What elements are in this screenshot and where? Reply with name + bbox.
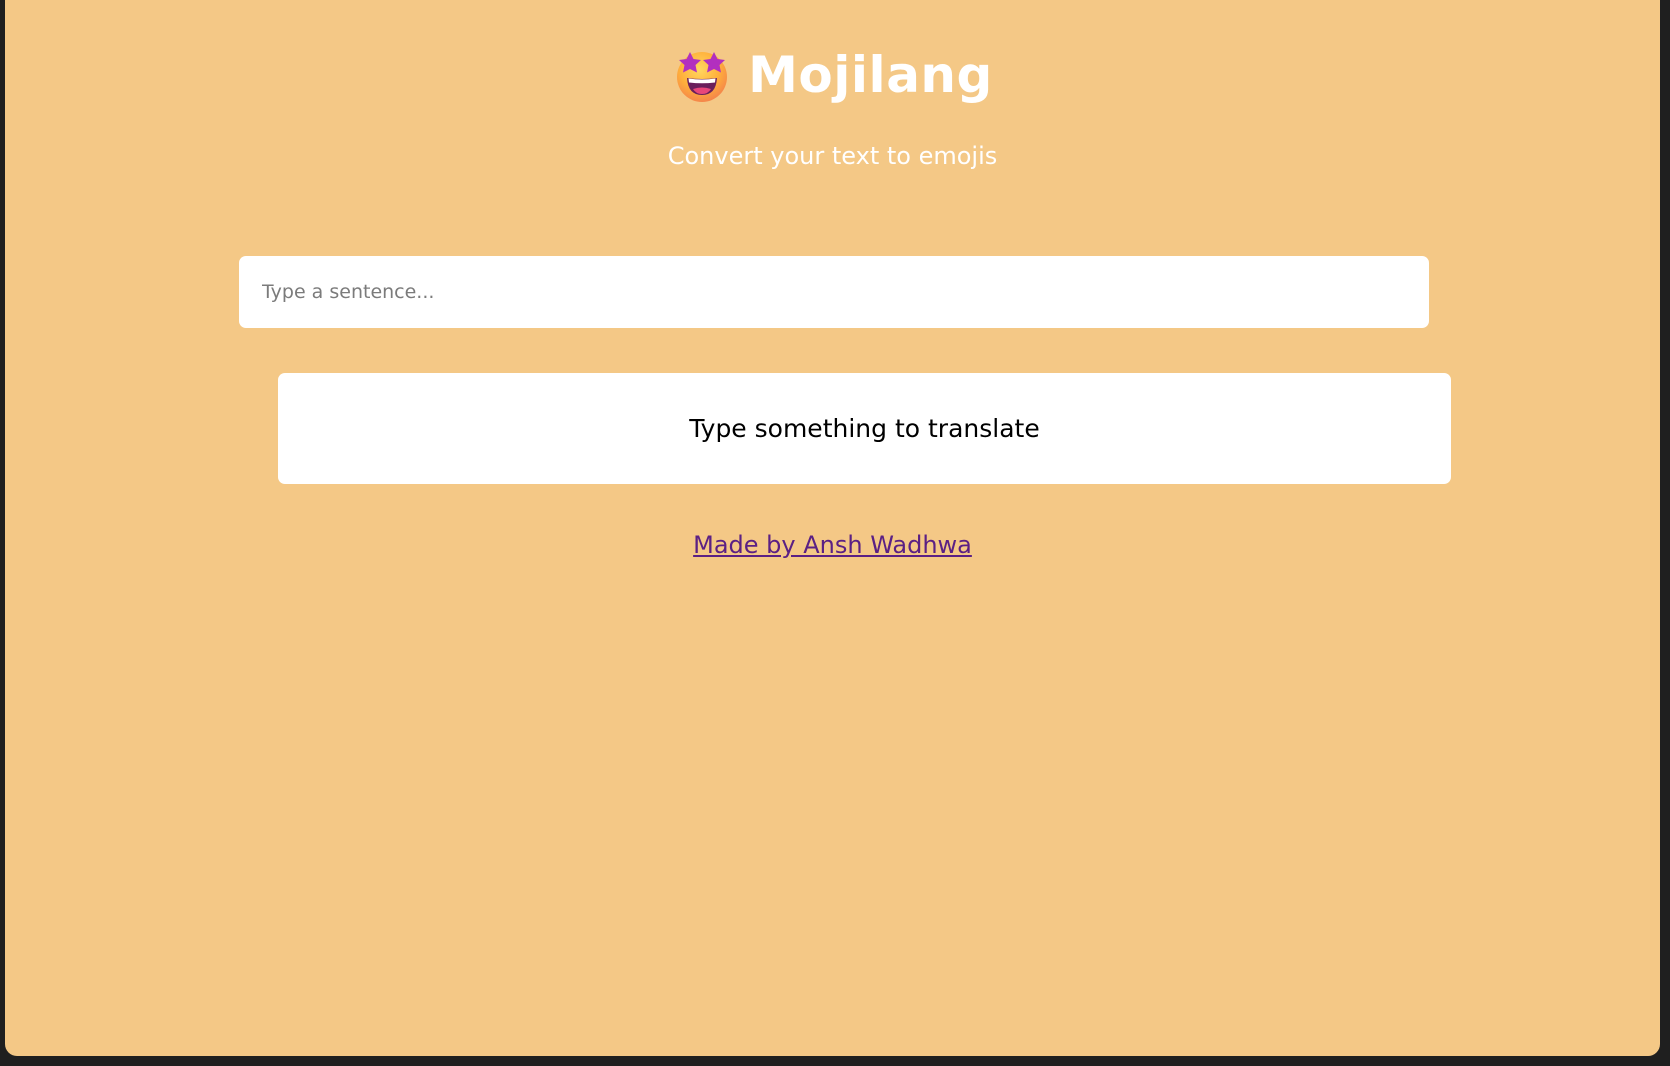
sentence-input[interactable] [239,256,1429,328]
app-header: Mojilang [5,38,1660,112]
app-title: Mojilang [748,46,993,104]
star-struck-emoji-icon [677,52,728,102]
app-subtitle: Convert your text to emojis [667,142,998,170]
app-container: Mojilang Convert your text to emojis Typ… [5,0,1660,1056]
author-link[interactable]: Made by Ansh Wadhwa [693,531,972,559]
translation-output: Type something to translate [278,373,1451,484]
footer: Made by Ansh Wadhwa [5,529,1660,561]
translation-output-text: Type something to translate [689,413,1040,443]
